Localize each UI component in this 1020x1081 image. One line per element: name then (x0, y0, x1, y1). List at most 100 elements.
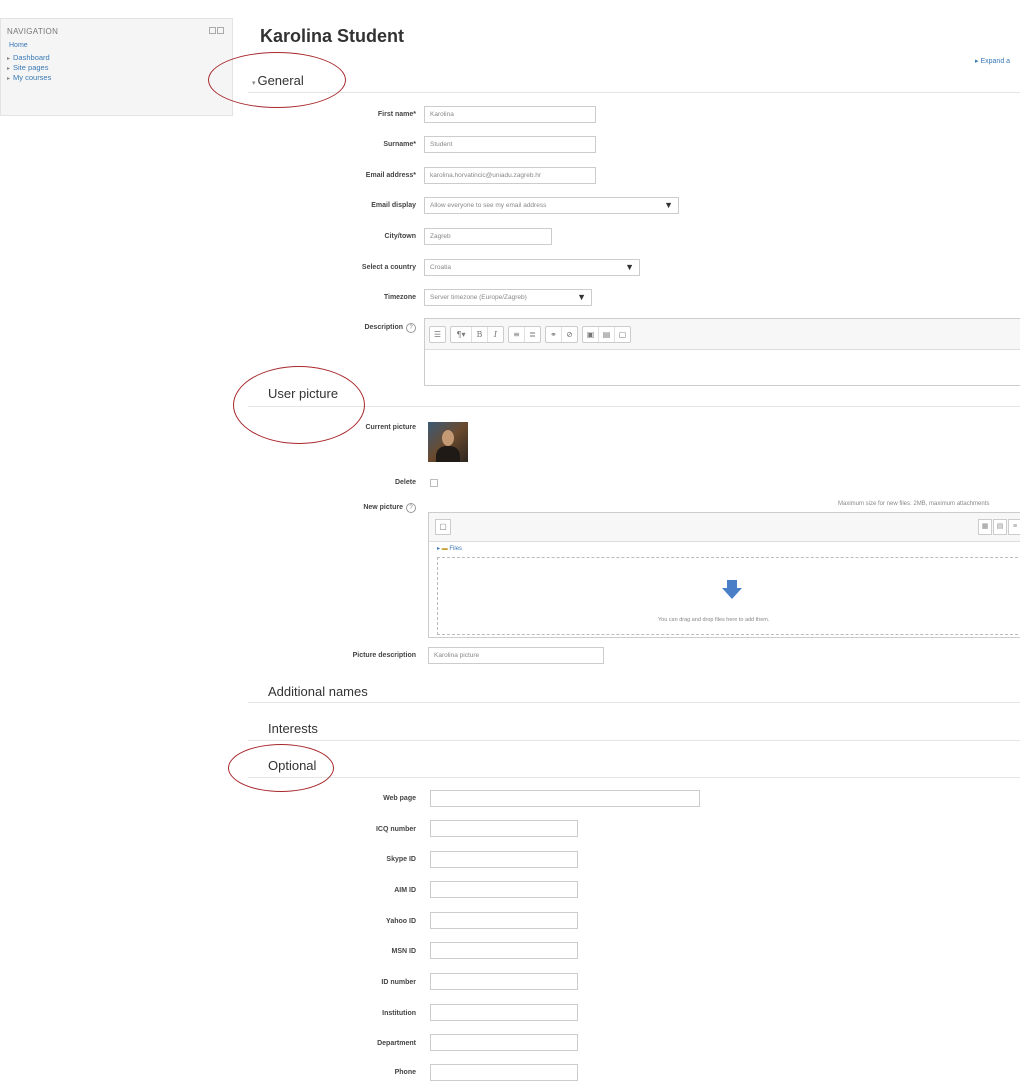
aim-id-input[interactable] (430, 881, 578, 898)
surname-input[interactable]: Student (424, 136, 596, 153)
nav-home-link[interactable]: Home (9, 42, 28, 49)
show-more-buttons-icon[interactable]: ☰ (430, 327, 445, 342)
icq-number-input[interactable] (430, 820, 578, 837)
description-editor[interactable]: ☰ ¶▾ B I ≡ ≣ ⚭ ⊘ ▣ ▤ ▢ (424, 318, 1020, 386)
link-icon[interactable]: ⚭ (546, 326, 562, 342)
email-input[interactable]: karolina.horvatincic@uniadu.zagreb.hr (424, 167, 596, 184)
toolbar-group: ⚭ ⊘ (545, 325, 578, 343)
view-icons-icon[interactable]: ▦ (978, 519, 992, 535)
section-divider (248, 777, 1020, 778)
caret-down-icon: ▼ (577, 292, 586, 302)
picture-description-input[interactable]: Karolina picture (428, 647, 604, 664)
block-controls[interactable] (208, 27, 224, 36)
department-label: Department (377, 1040, 416, 1047)
unordered-list-icon[interactable]: ≡ (509, 326, 525, 342)
nav-item-site-pages[interactable]: ▸ Site pages (7, 63, 48, 72)
email-display-select[interactable]: Allow everyone to see my email address ▼ (424, 197, 679, 214)
file-picker: ▢ ▦ ▤ ≡ ▸ ▬ Files You can drag and drop … (428, 512, 1020, 638)
nav-item-my-courses[interactable]: ▸ My courses (7, 73, 51, 82)
avatar (428, 422, 468, 462)
icq-number-label: ICQ number (375, 826, 416, 833)
view-list-icon[interactable]: ▤ (993, 519, 1007, 535)
toolbar-group: ≡ ≣ (508, 325, 541, 343)
institution-label: Institution (382, 1010, 416, 1017)
annotation-circle (233, 366, 365, 444)
city-label: City/town (384, 233, 417, 240)
id-number-input[interactable] (430, 973, 578, 990)
msn-id-input[interactable] (430, 942, 578, 959)
arrow-stem (727, 580, 737, 588)
delete-label: Delete (394, 479, 416, 486)
ordered-list-icon[interactable]: ≣ (525, 327, 540, 342)
arrow-head (722, 588, 742, 599)
city-input[interactable]: Zagreb (424, 228, 552, 245)
current-picture-label: Current picture (365, 424, 416, 431)
view-switcher: ▦ ▤ ≡ (977, 519, 1020, 535)
timezone-label: Timezone (383, 294, 416, 301)
chevron-right-icon: ▸ (7, 66, 11, 72)
new-picture-label-wrap: New picture? (363, 503, 416, 513)
new-picture-label: New picture (363, 504, 403, 511)
chevron-right-icon: ▸ (7, 76, 11, 82)
file-drop-zone[interactable]: You can drag and drop files here to add … (437, 557, 1020, 635)
first-name-label: First name* (377, 111, 416, 118)
id-number-label: ID number (381, 979, 416, 986)
file-picker-toolbar: ▢ ▦ ▤ ≡ (429, 513, 1020, 542)
yahoo-id-input[interactable] (430, 912, 578, 929)
italic-icon[interactable]: I (488, 327, 503, 342)
nav-item-dashboard[interactable]: ▸ Dashboard (7, 53, 50, 62)
toolbar-group: ▣ ▤ ▢ (582, 325, 631, 343)
section-additional-names-header[interactable]: Additional names (268, 684, 368, 699)
annotation-circle (208, 52, 346, 108)
dock-icon[interactable] (209, 27, 216, 34)
email-label: Email address* (365, 172, 416, 179)
caret-down-icon: ▼ (625, 262, 634, 272)
view-tree-icon[interactable]: ≡ (1008, 519, 1020, 535)
delete-checkbox[interactable] (430, 479, 438, 487)
section-interests-label: Interests (268, 721, 318, 736)
media-icon[interactable]: ▤ (599, 326, 615, 342)
msn-id-label: MSN ID (391, 948, 417, 955)
expand-all-label: Expand a (980, 58, 1011, 65)
country-select[interactable]: Croatia ▼ (424, 259, 640, 276)
collapse-icon[interactable] (217, 27, 224, 34)
picture-description-label: Picture description (352, 652, 416, 659)
section-additional-names-label: Additional names (268, 684, 368, 699)
help-circle-icon[interactable]: ? (406, 503, 416, 513)
surname-label: Surname* (383, 141, 416, 148)
section-interests-header[interactable]: Interests (268, 721, 318, 736)
paragraph-style-icon[interactable]: ¶▾ (451, 326, 472, 342)
first-name-input[interactable]: Karolina (424, 106, 596, 123)
folder-icon: ▬ (441, 546, 448, 552)
department-input[interactable] (430, 1034, 578, 1051)
institution-input[interactable] (430, 1004, 578, 1021)
unlink-icon[interactable]: ⊘ (562, 327, 577, 342)
phone-label: Phone (394, 1069, 416, 1076)
chevron-right-icon: ▸ (7, 56, 11, 62)
drop-hint: You can drag and drop files here to add … (658, 617, 770, 623)
caret-down-icon: ▼ (664, 200, 673, 210)
aim-id-label: AIM ID (394, 887, 416, 894)
web-page-label: Web page (383, 795, 416, 802)
nav-item-label: My courses (13, 73, 52, 82)
files-breadcrumb[interactable]: ▸ ▬ Files (437, 545, 462, 552)
bold-icon[interactable]: B (472, 326, 488, 342)
annotation-circle (228, 744, 334, 792)
phone-input[interactable] (430, 1064, 578, 1081)
image-icon[interactable]: ▣ (583, 326, 599, 342)
web-page-input[interactable] (430, 790, 700, 807)
file-icon[interactable]: ▢ (615, 327, 630, 342)
description-label-wrap: Description? (364, 323, 416, 333)
expand-all-link[interactable]: ▸ Expand a (975, 57, 1010, 65)
yahoo-id-label: Yahoo ID (386, 918, 416, 925)
toolbar-group: ¶▾ B I (450, 325, 504, 343)
page-title: Karolina Student (260, 26, 405, 46)
add-file-icon[interactable]: ▢ (435, 519, 451, 535)
toolbar-group: ☰ (429, 325, 446, 343)
skype-id-input[interactable] (430, 851, 578, 868)
help-circle-icon[interactable]: ? (406, 323, 416, 333)
navigation-title: NAVIGATION (7, 27, 59, 36)
skype-id-label: Skype ID (386, 856, 416, 863)
country-value: Croatia (430, 264, 451, 271)
timezone-select[interactable]: Server timezone (Europe/Zagreb) ▼ (424, 289, 592, 306)
